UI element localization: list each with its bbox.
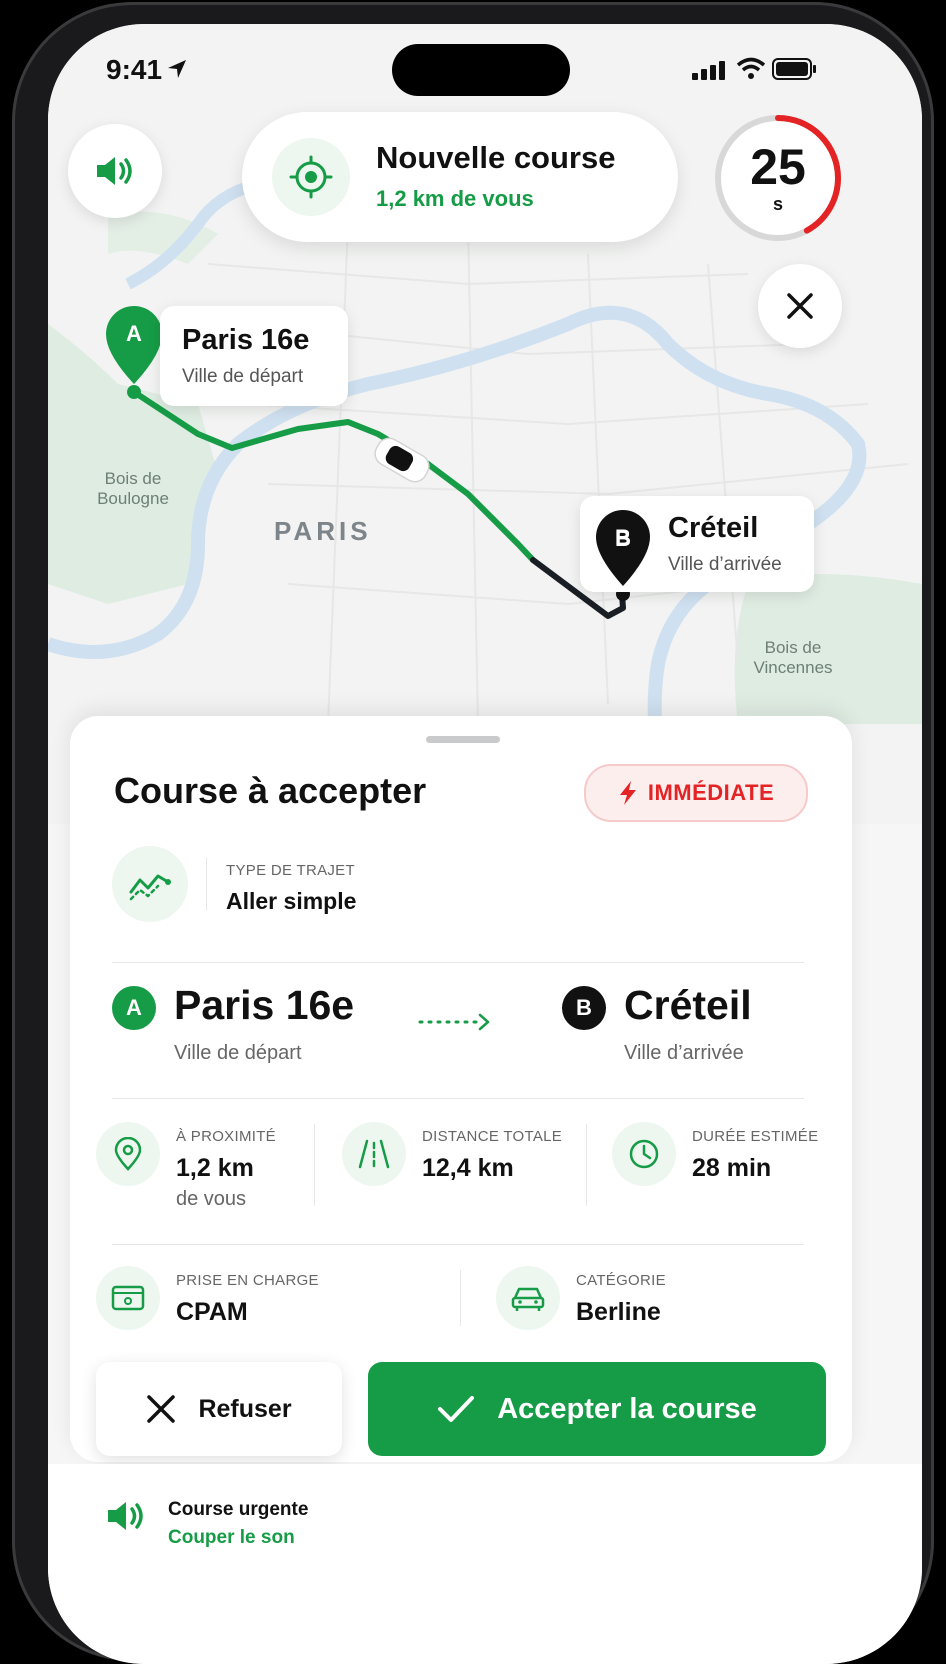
divider xyxy=(112,1098,804,1099)
car-category-icon xyxy=(496,1266,560,1330)
clock-icon xyxy=(612,1122,676,1186)
proximity-label: À PROXIMITÉ xyxy=(176,1128,276,1145)
trip-type-value: Aller simple xyxy=(226,888,357,914)
screen: A B Paris 16e Ville de départ Créteil Vi… xyxy=(48,24,922,1664)
stats-divider xyxy=(586,1124,587,1206)
location-pin-icon xyxy=(96,1122,160,1186)
from-city: Paris 16e xyxy=(174,982,355,1028)
target-icon xyxy=(272,138,350,216)
refuse-button[interactable]: Refuser xyxy=(96,1362,342,1456)
start-callout-role: Ville de départ xyxy=(182,366,304,387)
mute-link[interactable]: Couper le son xyxy=(168,1527,295,1549)
payment-card-icon xyxy=(96,1266,160,1330)
from-role: Ville de départ xyxy=(174,1042,302,1064)
pickup-divider xyxy=(460,1270,461,1326)
urgent-banner xyxy=(48,1464,922,1664)
to-role: Ville d’arrivée xyxy=(624,1042,744,1064)
map-label-paris: PARIS xyxy=(274,516,372,546)
immediate-badge-label: IMMÉDIATE xyxy=(647,780,775,805)
dynamic-island xyxy=(392,44,570,96)
duration-value: 28 min xyxy=(692,1154,772,1182)
category-value: Berline xyxy=(576,1298,661,1326)
divider xyxy=(112,962,804,963)
from-marker: A xyxy=(112,986,156,1030)
route-type-icon xyxy=(112,846,188,922)
new-course-distance: 1,2 km de vous xyxy=(376,186,534,211)
countdown-value: 25 xyxy=(750,139,806,195)
close-icon xyxy=(147,1395,176,1423)
phone-frame: A B Paris 16e Ville de départ Créteil Vi… xyxy=(12,2,934,1664)
urgent-title: Course urgente xyxy=(168,1499,309,1520)
close-button[interactable] xyxy=(758,264,842,348)
speaker-icon xyxy=(108,1502,143,1530)
new-course-title: Nouvelle course xyxy=(376,140,616,175)
course-sheet: Course à accepter IMMÉDIATE TYPE DE TRAJ… xyxy=(70,716,852,1462)
sound-button[interactable] xyxy=(68,124,162,218)
refuse-button-label: Refuser xyxy=(198,1394,292,1423)
distance-label: DISTANCE TOTALE xyxy=(422,1128,563,1145)
trip-type-divider xyxy=(206,858,207,910)
end-callout-city: Créteil xyxy=(668,512,759,544)
pickup-value: CPAM xyxy=(176,1298,248,1326)
pickup-label: PRISE EN CHARGE xyxy=(176,1272,319,1289)
lightning-icon xyxy=(619,781,636,805)
distance-value: 12,4 km xyxy=(422,1154,514,1182)
sheet-title: Course à accepter xyxy=(114,770,427,811)
start-callout-city: Paris 16e xyxy=(182,324,310,356)
battery-icon xyxy=(772,58,816,80)
accept-button-label: Accepter la course xyxy=(497,1392,757,1425)
checkmark-icon xyxy=(438,1396,475,1422)
proximity-value: 1,2 km xyxy=(176,1154,254,1182)
category-label: CATÉGORIE xyxy=(576,1272,666,1289)
marker-a-letter: A xyxy=(126,321,142,346)
start-callout[interactable]: Paris 16e Ville de départ xyxy=(160,306,348,406)
to-marker: B xyxy=(562,986,606,1030)
road-icon xyxy=(342,1122,406,1186)
to-city: Créteil xyxy=(624,982,752,1028)
marker-b-letter-text: B xyxy=(615,525,631,550)
accept-button[interactable]: Accepter la course xyxy=(368,1362,826,1456)
sheet-grab-handle[interactable] xyxy=(426,736,500,743)
marker-b-letter-overlay: B xyxy=(601,516,645,560)
duration-label: DURÉE ESTIMÉE xyxy=(692,1128,819,1145)
new-course-pill[interactable]: Nouvelle course 1,2 km de vous xyxy=(242,112,678,242)
map-label-bois-vincennes: Bois de Vincennes xyxy=(753,638,833,677)
location-arrow-icon xyxy=(168,60,186,78)
signal-icon xyxy=(692,61,725,80)
map-label-bois-boulogne: Bois de Boulogne xyxy=(97,469,169,508)
stats-divider xyxy=(314,1124,315,1206)
speaker-icon xyxy=(97,157,132,185)
immediate-badge: IMMÉDIATE xyxy=(584,764,808,822)
status-time: 9:41 xyxy=(106,54,163,85)
divider xyxy=(112,1244,804,1245)
countdown-timer: 25 s xyxy=(712,112,844,244)
proximity-sub: de vous xyxy=(176,1188,247,1210)
trip-type-label: TYPE DE TRAJET xyxy=(226,862,355,879)
end-callout-role: Ville d’arrivée xyxy=(668,554,782,575)
wifi-icon xyxy=(736,57,766,79)
close-icon xyxy=(787,293,813,319)
countdown-unit: s xyxy=(772,194,783,214)
dotted-arrow-icon xyxy=(418,1013,490,1031)
